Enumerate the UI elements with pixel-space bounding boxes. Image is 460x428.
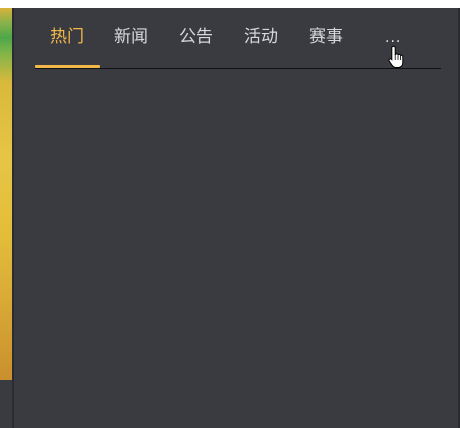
tab-announcement[interactable]: 公告 <box>179 8 213 66</box>
tab-news[interactable]: 新闻 <box>114 8 148 66</box>
left-border <box>12 8 14 428</box>
left-background-art <box>0 8 12 380</box>
tab-bar: 热门 新闻 公告 活动 赛事 ... <box>35 8 441 69</box>
app-root: 热门 新闻 公告 活动 赛事 ... <box>0 0 460 428</box>
tab-matches[interactable]: 赛事 <box>309 8 343 66</box>
top-strip <box>0 0 460 8</box>
tab-events[interactable]: 活动 <box>244 8 278 66</box>
tab-hot[interactable]: 热门 <box>50 8 84 66</box>
hand-pointer-icon <box>388 45 404 68</box>
tab-bar-divider <box>35 68 441 69</box>
